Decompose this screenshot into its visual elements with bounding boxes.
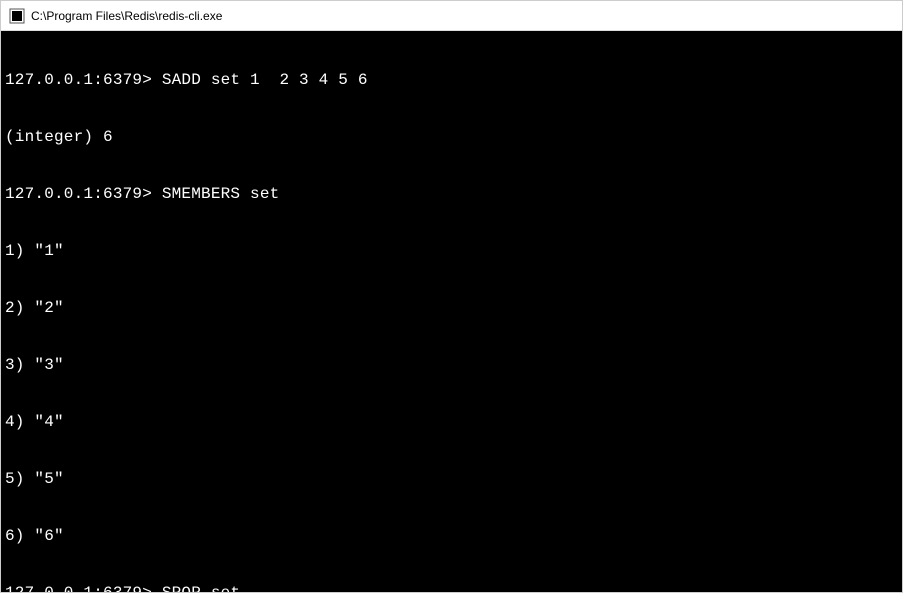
terminal-line: 127.0.0.1:6379> SPOP set bbox=[5, 584, 898, 592]
terminal-line: 2) "2" bbox=[5, 299, 898, 318]
terminal-line: 4) "4" bbox=[5, 413, 898, 432]
terminal-line: 3) "3" bbox=[5, 356, 898, 375]
terminal-line: 1) "1" bbox=[5, 242, 898, 261]
terminal-line: 127.0.0.1:6379> SMEMBERS set bbox=[5, 185, 898, 204]
titlebar[interactable]: C:\Program Files\Redis\redis-cli.exe bbox=[1, 1, 902, 31]
terminal-window: C:\Program Files\Redis\redis-cli.exe 127… bbox=[0, 0, 903, 593]
terminal-output[interactable]: 127.0.0.1:6379> SADD set 1 2 3 4 5 6 (in… bbox=[1, 31, 902, 592]
app-icon bbox=[9, 8, 25, 24]
terminal-line: 6) "6" bbox=[5, 527, 898, 546]
terminal-line: 5) "5" bbox=[5, 470, 898, 489]
terminal-line: (integer) 6 bbox=[5, 128, 898, 147]
terminal-line: 127.0.0.1:6379> SADD set 1 2 3 4 5 6 bbox=[5, 71, 898, 90]
window-title: C:\Program Files\Redis\redis-cli.exe bbox=[31, 9, 222, 23]
